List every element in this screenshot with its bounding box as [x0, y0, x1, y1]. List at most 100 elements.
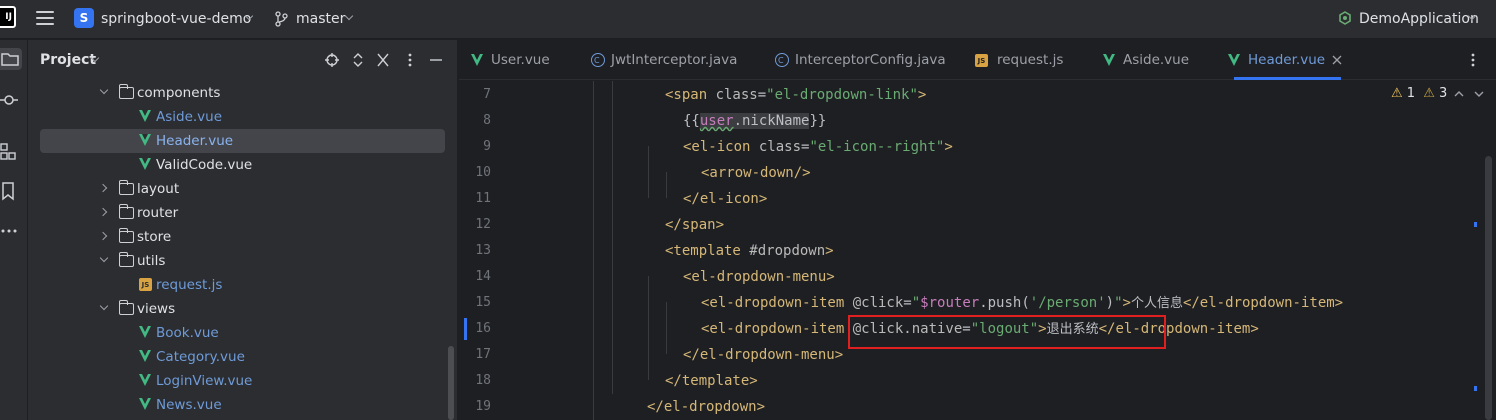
tree-item-router[interactable]: router: [28, 201, 458, 225]
vue-file-icon: [139, 158, 151, 170]
run-configuration-selector[interactable]: DemoApplication: [1359, 11, 1479, 27]
project-panel-title[interactable]: Project: [40, 52, 96, 68]
tree-item-validcode-vue[interactable]: ValidCode.vue: [28, 153, 458, 177]
chevron-down-icon[interactable]: [99, 301, 109, 311]
tree-item-label: views: [137, 301, 176, 317]
bookmarks-tool-button[interactable]: [0, 180, 22, 202]
vue-file-icon: [139, 110, 151, 122]
branch-selector[interactable]: master: [296, 11, 345, 27]
java-class-icon: [591, 41, 605, 81]
tab-aside-vue[interactable]: Aside.vue: [1103, 40, 1190, 80]
structure-tool-button[interactable]: [0, 140, 22, 162]
vue-file-icon: [1228, 54, 1240, 66]
spring-boot-icon: [1339, 11, 1351, 25]
code-line-12[interactable]: </span>: [665, 212, 724, 238]
tree-item-store[interactable]: store: [28, 225, 458, 249]
tree-item-news-vue[interactable]: News.vue: [28, 393, 458, 417]
tree-item-book-vue[interactable]: Book.vue: [28, 321, 458, 345]
editor-scrollbar[interactable]: [1485, 156, 1492, 420]
chevron-down-icon[interactable]: [99, 253, 109, 263]
tree-item-label: store: [137, 229, 172, 245]
tree-item-components[interactable]: components: [28, 81, 458, 105]
code-line-13[interactable]: <template #dropdown>: [665, 238, 834, 264]
more-tabs-icon[interactable]: [1467, 52, 1479, 68]
code-line-19[interactable]: </el-dropdown>: [647, 394, 765, 420]
tree-item-label: router: [137, 205, 179, 221]
git-branch-icon[interactable]: [274, 11, 288, 27]
options-icon[interactable]: [402, 52, 418, 68]
project-selector[interactable]: springboot-vue-demo: [101, 11, 251, 27]
tab-label: Header.vue: [1248, 52, 1326, 68]
tab-request-js[interactable]: JS request.js: [975, 40, 1063, 80]
code-line-15[interactable]: <el-dropdown-item @click="$router.push('…: [701, 290, 1343, 316]
tab-label: Aside.vue: [1123, 52, 1190, 68]
tree-item-views[interactable]: views: [28, 297, 458, 321]
code-line-8[interactable]: {{user.nickName}}: [683, 108, 826, 134]
line-number: 17: [475, 347, 491, 362]
bookmark-icon: [2, 182, 14, 201]
project-tool-button[interactable]: [0, 48, 22, 70]
expand-all-icon[interactable]: [350, 52, 366, 68]
editor-tab-bar: User.vue JwtInterceptor.java Interceptor…: [459, 40, 1496, 81]
vue-file-icon: [139, 134, 151, 146]
line-number: 13: [475, 243, 491, 258]
close-tab-icon[interactable]: [1332, 55, 1342, 65]
code-line-14[interactable]: <el-dropdown-menu>: [683, 264, 835, 290]
tab-label: JwtInterceptor.java: [611, 52, 738, 68]
project-panel: Project components Aside.vue Header.vue …: [28, 40, 458, 420]
commit-icon: [0, 95, 18, 105]
line-number: 18: [475, 373, 491, 388]
line-number: 7: [483, 87, 491, 102]
tree-item-loginview-vue[interactable]: LoginView.vue: [28, 369, 458, 393]
tab-interceptorconfig-java[interactable]: InterceptorConfig.java: [775, 40, 946, 81]
tree-item-label: Header.vue: [156, 133, 234, 149]
indent-guide: [593, 81, 594, 420]
tree-item-layout[interactable]: layout: [28, 177, 458, 201]
collapse-all-icon[interactable]: [375, 52, 391, 68]
chevron-down-icon[interactable]: [99, 85, 109, 95]
project-panel-scrollbar[interactable]: [448, 346, 454, 420]
tree-item-header-vue[interactable]: Header.vue: [40, 129, 445, 153]
vue-file-icon: [139, 326, 151, 338]
tree-item-category-vue[interactable]: Category.vue: [28, 345, 458, 369]
folder-icon: [118, 204, 134, 219]
tree-item-request-js[interactable]: JS request.js: [28, 273, 458, 297]
project-panel-header: Project: [28, 40, 458, 80]
chevron-down-icon[interactable]: [344, 11, 354, 21]
folder-icon: [118, 228, 134, 243]
chevron-up-icon[interactable]: [1453, 89, 1465, 99]
tab-jwtinterceptor-java[interactable]: JwtInterceptor.java: [591, 40, 738, 81]
code-line-10[interactable]: <arrow-down/>: [701, 160, 811, 186]
line-number: 19: [475, 399, 491, 414]
chevron-right-icon[interactable]: [98, 183, 108, 193]
intellij-logo-icon[interactable]: IJ: [0, 6, 16, 28]
tree-item-label: Category.vue: [156, 349, 245, 365]
tab-header-vue[interactable]: Header.vue: [1228, 40, 1342, 80]
code-line-11[interactable]: </el-icon>: [683, 186, 767, 212]
line-number: 14: [475, 269, 491, 284]
change-marker[interactable]: [464, 318, 467, 340]
structure-icon: [0, 143, 16, 160]
tree-item-utils[interactable]: utils: [28, 249, 458, 273]
tab-user-vue[interactable]: User.vue: [471, 40, 550, 80]
chevron-right-icon[interactable]: [98, 207, 108, 217]
vue-file-icon: [139, 350, 151, 362]
more-tools-button[interactable]: [0, 220, 22, 242]
project-badge-icon[interactable]: S: [74, 8, 94, 28]
locate-file-icon[interactable]: [324, 52, 340, 68]
tree-item-aside-vue[interactable]: Aside.vue: [28, 105, 458, 129]
main-menu-icon[interactable]: [36, 11, 54, 27]
weak-warning-count: 3: [1439, 86, 1448, 101]
code-line-17[interactable]: </el-dropdown-menu>: [683, 342, 843, 368]
vue-file-icon: [1103, 54, 1115, 66]
inspections-widget[interactable]: ⚠ 1 ⚠ 3: [1391, 86, 1447, 101]
code-editor: User.vue JwtInterceptor.java Interceptor…: [459, 40, 1496, 420]
minimize-icon[interactable]: [428, 52, 444, 68]
commit-tool-button[interactable]: [0, 89, 22, 111]
chevron-down-icon[interactable]: [1473, 89, 1485, 99]
folder-icon: [1, 53, 19, 66]
code-line-18[interactable]: </template>: [665, 368, 758, 394]
code-line-7[interactable]: <span class="el-dropdown-link">: [665, 82, 926, 108]
code-line-9[interactable]: <el-icon class="el-icon--right">: [683, 134, 953, 160]
chevron-right-icon[interactable]: [98, 231, 108, 241]
